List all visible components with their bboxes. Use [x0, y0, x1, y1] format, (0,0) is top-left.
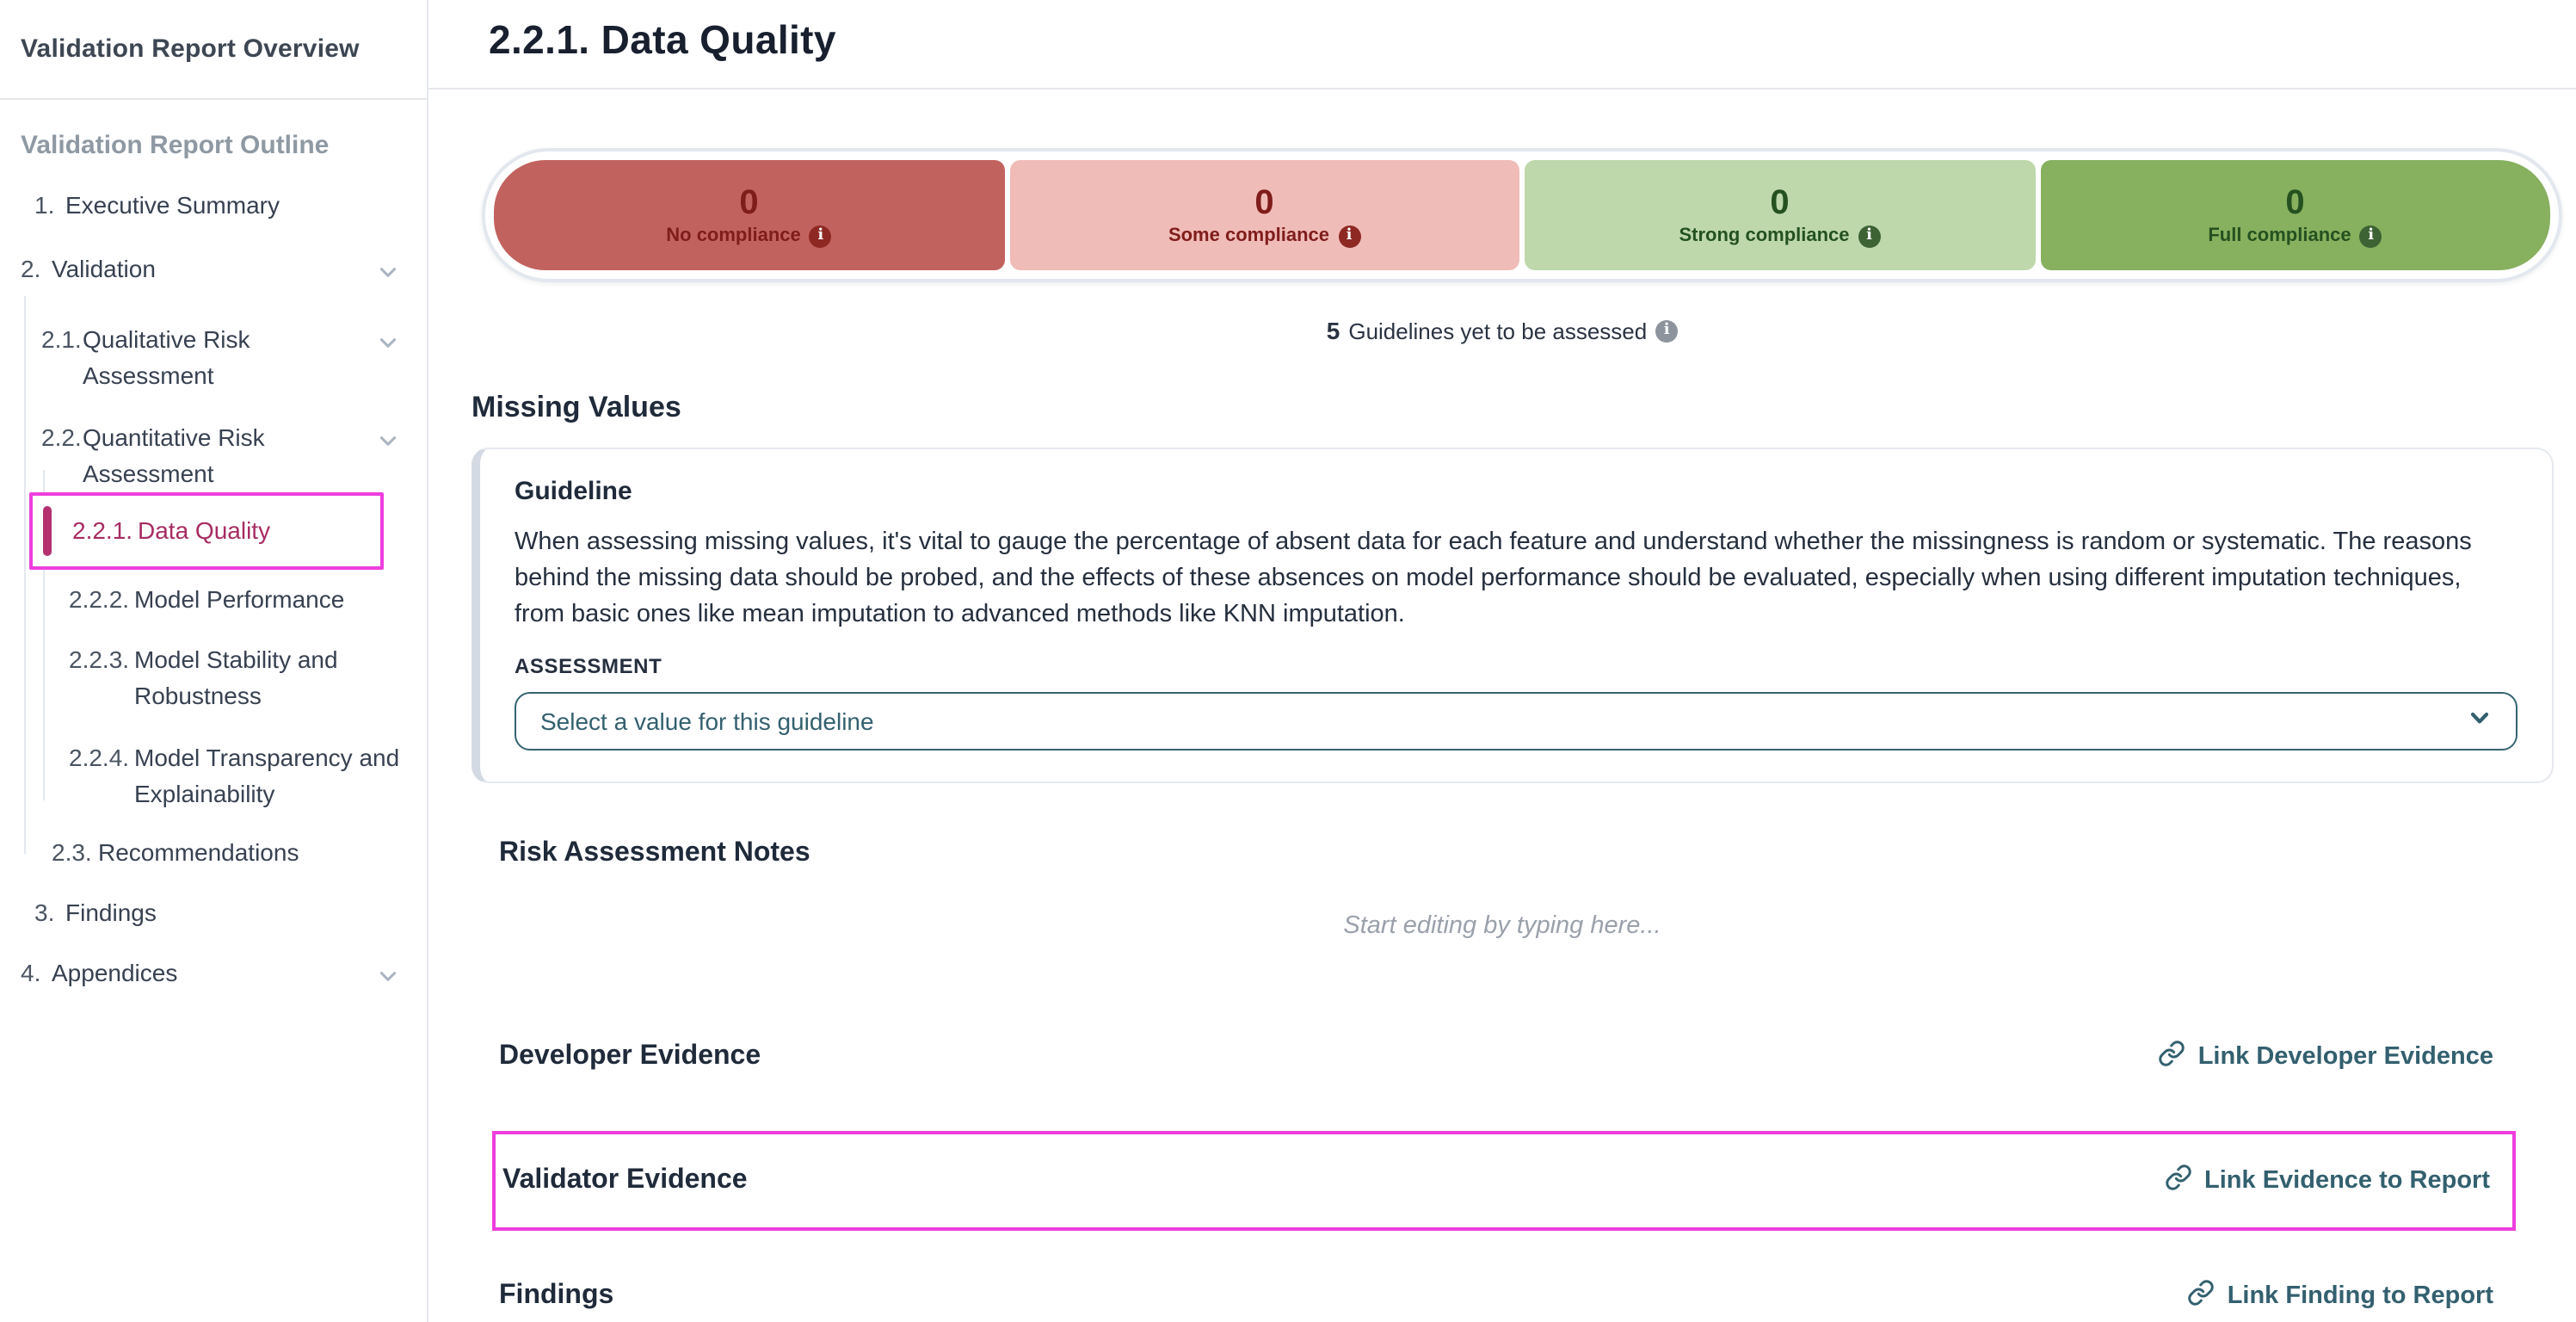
validator-evidence-heading: Validator Evidence — [502, 1165, 748, 1196]
sidebar-item-appendices[interactable]: 4. Appendices — [0, 955, 427, 998]
sidebar-item-quantitative-risk-assessment[interactable]: 2.2. Quantitative Risk Assessment — [0, 420, 427, 492]
info-icon[interactable]: i — [2360, 225, 2382, 247]
chevron-down-icon[interactable] — [377, 329, 399, 365]
segment-count: 0 — [2285, 183, 2304, 221]
info-icon[interactable]: i — [1655, 319, 1678, 342]
chevron-down-icon[interactable] — [377, 962, 399, 998]
segment-label: Some compliance — [1168, 225, 1329, 246]
link-finding-to-report-button[interactable]: Link Finding to Report — [2188, 1279, 2493, 1313]
pending-guidelines-status: 5 Guidelines yet to be assessed i — [428, 317, 2576, 344]
main-content: 2.2.1. Data Quality 0 No compliance i 0 S… — [428, 0, 2576, 1322]
outline-tree: 1. Executive Summary 2. Validation 2.1. … — [0, 188, 427, 998]
app-window: Validation Report Overview Validation Re… — [0, 0, 2576, 1322]
link-developer-evidence-button[interactable]: Link Developer Evidence — [2159, 1040, 2493, 1074]
info-icon[interactable]: i — [810, 225, 832, 247]
findings-heading: Findings — [499, 1281, 613, 1312]
segment-count: 0 — [1254, 183, 1273, 221]
sidebar-divider — [0, 98, 427, 100]
findings-row: Findings Link Finding to Report — [499, 1279, 2493, 1313]
sidebar-item-executive-summary[interactable]: 1. Executive Summary — [0, 188, 427, 224]
segment-count: 0 — [739, 183, 758, 221]
assessment-select[interactable]: Select a value for this guideline — [515, 692, 2517, 751]
compliance-segment-some-compliance: 0 Some compliance i — [1009, 160, 1519, 270]
notes-editor-placeholder[interactable]: Start editing by typing here... — [428, 912, 2576, 940]
info-icon[interactable]: i — [1858, 225, 1881, 247]
notes-heading: Risk Assessment Notes — [499, 838, 2576, 869]
compliance-segment-full-compliance: 0 Full compliance i — [2040, 160, 2550, 270]
chevron-down-icon[interactable] — [377, 258, 399, 294]
sidebar-item-findings[interactable]: 3. Findings — [0, 895, 427, 931]
compliance-segment-strong-compliance: 0 Strong compliance i — [1525, 160, 2035, 270]
developer-evidence-row: Developer Evidence Link Developer Eviden… — [499, 1040, 2493, 1074]
segment-label: Strong compliance — [1679, 225, 1849, 246]
pending-count: 5 — [1327, 317, 1340, 344]
link-icon — [2165, 1164, 2192, 1198]
chevron-down-icon — [2468, 705, 2492, 738]
segment-count: 0 — [1770, 183, 1789, 221]
guideline-section-heading: Missing Values — [471, 391, 2576, 425]
validator-evidence-highlight: Validator Evidence Link Evidence to Repo… — [492, 1131, 2516, 1231]
compliance-segment-no-compliance: 0 No compliance i — [494, 160, 1004, 270]
sidebar-item-data-quality[interactable]: 2.2.1. Data Quality — [29, 492, 384, 570]
sidebar-item-model-transparency-explainability[interactable]: 2.2.4. Model Transparency and Explainabi… — [0, 740, 427, 812]
sidebar-title: Validation Report Overview — [21, 34, 406, 64]
developer-evidence-heading: Developer Evidence — [499, 1041, 761, 1072]
sidebar-item-recommendations[interactable]: 2.3. Recommendations — [0, 835, 427, 871]
sidebar-item-qualitative-risk-assessment[interactable]: 2.1. Qualitative Risk Assessment — [0, 322, 427, 394]
sidebar-item-model-stability-robustness[interactable]: 2.2.3. Model Stability and Robustness — [0, 642, 427, 714]
sidebar-item-model-performance[interactable]: 2.2.2. Model Performance — [0, 582, 427, 618]
sidebar-item-validation[interactable]: 2. Validation — [0, 251, 427, 294]
sidebar: Validation Report Overview Validation Re… — [0, 0, 428, 1322]
segment-label: Full compliance — [2208, 225, 2351, 246]
page-title: 2.2.1. Data Quality — [428, 0, 2576, 90]
guideline-card: Guideline When assessing missing values,… — [471, 448, 2554, 783]
compliance-summary-bar: 0 No compliance i 0 Some compliance i 0 St… — [482, 148, 2562, 282]
info-icon[interactable]: i — [1338, 225, 1360, 247]
outline-label: Validation Report Outline — [21, 131, 406, 160]
link-icon — [2188, 1279, 2215, 1313]
link-evidence-to-report-button[interactable]: Link Evidence to Report — [2165, 1164, 2490, 1198]
guideline-card-text: When assessing missing values, it's vita… — [515, 525, 2517, 633]
link-icon — [2159, 1040, 2186, 1074]
assessment-select-placeholder: Select a value for this guideline — [540, 707, 874, 735]
segment-label: No compliance — [666, 225, 801, 246]
assessment-label: ASSESSMENT — [515, 654, 2517, 678]
chevron-down-icon[interactable] — [377, 427, 399, 463]
guideline-card-label: Guideline — [515, 477, 2517, 506]
pending-label: Guidelines yet to be assessed — [1348, 318, 1647, 343]
